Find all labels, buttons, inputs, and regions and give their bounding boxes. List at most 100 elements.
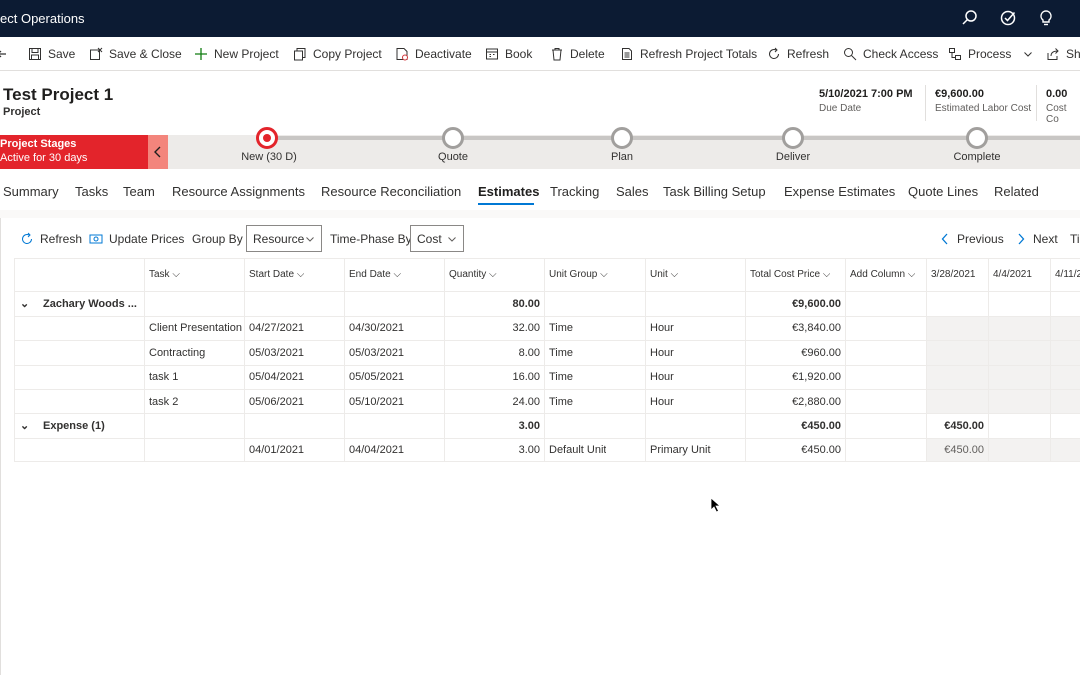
cell-task[interactable]: task 2 xyxy=(149,396,242,408)
stage-node-complete[interactable] xyxy=(966,127,988,149)
cell-total[interactable]: €450.00 xyxy=(745,444,841,456)
share-button[interactable]: Sh xyxy=(1046,37,1080,71)
cell-end-date[interactable]: 04/04/2021 xyxy=(349,444,404,456)
cell-total[interactable]: €3,840.00 xyxy=(745,322,841,334)
group-quantity: 3.00 xyxy=(518,420,540,432)
cell-end-date[interactable]: 05/10/2021 xyxy=(349,396,404,408)
cell-week-1[interactable]: €450.00 xyxy=(926,444,984,456)
cell-quantity[interactable]: 8.00 xyxy=(444,347,540,359)
estimated-labor-cost-field: €9,600.00 Estimated Labor Cost xyxy=(935,88,1031,114)
book-button[interactable]: Book xyxy=(485,37,532,71)
cell-unit[interactable]: Primary Unit xyxy=(650,444,711,456)
column-header-total-cost-price[interactable]: Total Cost Price ⌵ xyxy=(750,269,830,280)
deactivate-button[interactable]: Deactivate xyxy=(395,37,472,71)
record-title: Test Project 1 xyxy=(3,85,114,104)
save-button[interactable]: Save xyxy=(28,37,75,71)
column-header-label: Unit xyxy=(650,269,668,280)
cell-task[interactable]: task 1 xyxy=(149,371,242,383)
cell-start-date[interactable]: 05/06/2021 xyxy=(249,396,304,408)
group-by-select[interactable]: Resource xyxy=(246,225,322,252)
cell-quantity[interactable]: 3.00 xyxy=(444,444,540,456)
process-stage-badge[interactable]: Project Stages Active for 30 days xyxy=(0,135,148,169)
tab-resource-reconciliation[interactable]: Resource Reconciliation xyxy=(321,184,461,199)
tab-sales[interactable]: Sales xyxy=(616,184,649,199)
column-header-add-column[interactable]: Add Column ⌵ xyxy=(850,269,915,280)
search-icon xyxy=(844,48,857,61)
cell-start-date[interactable]: 05/03/2021 xyxy=(249,347,304,359)
back-icon[interactable] xyxy=(0,37,14,71)
stage-node-plan[interactable] xyxy=(611,127,633,149)
save-label: Save xyxy=(48,47,76,61)
grid-refresh-button[interactable]: Refresh xyxy=(20,232,82,246)
book-icon xyxy=(486,48,498,60)
cell-unit-group[interactable]: Time xyxy=(549,396,573,408)
cell-start-date[interactable]: 04/27/2021 xyxy=(249,322,304,334)
cell-unit[interactable]: Hour xyxy=(650,322,674,334)
cell-start-date[interactable]: 05/04/2021 xyxy=(249,371,304,383)
save-close-label: Save & Close xyxy=(109,47,182,61)
cell-task[interactable]: Contracting xyxy=(149,347,242,359)
cell-unit-group[interactable]: Time xyxy=(549,371,573,383)
chevron-down-icon: ⌵ xyxy=(296,269,305,280)
tab-task-billing-setup[interactable]: Task Billing Setup xyxy=(663,184,766,199)
column-header-task[interactable]: Task ⌵ xyxy=(149,269,180,280)
column-header-start-date[interactable]: Start Date ⌵ xyxy=(249,269,304,280)
cell-total[interactable]: €1,920.00 xyxy=(745,371,841,383)
chevron-down-icon: ⌵ xyxy=(489,269,497,280)
tab-expense-estimates[interactable]: Expense Estimates xyxy=(784,184,895,199)
trash-icon xyxy=(552,48,562,61)
cell-unit-group[interactable]: Time xyxy=(549,322,573,334)
process-icon xyxy=(949,48,961,60)
lightbulb-icon[interactable] xyxy=(1036,8,1056,28)
column-header-week-3: 4/11/2 xyxy=(1055,269,1080,280)
collapse-stages-button[interactable] xyxy=(148,135,168,169)
cell-end-date[interactable]: 04/30/2021 xyxy=(349,322,404,334)
tab-estimates[interactable]: Estimates xyxy=(478,184,539,199)
cell-start-date[interactable]: 04/01/2021 xyxy=(249,444,304,456)
cell-unit-group[interactable]: Time xyxy=(549,347,573,359)
group-expand-icon[interactable]: ⌄ xyxy=(20,419,29,432)
search-icon[interactable] xyxy=(960,8,980,28)
copy-project-button[interactable]: Copy Project xyxy=(293,37,382,71)
save-close-button[interactable]: Save & Close xyxy=(89,37,182,71)
time-phase-select[interactable]: Cost xyxy=(410,225,464,252)
cell-unit-group[interactable]: Default Unit xyxy=(549,444,606,456)
tab-related[interactable]: Related xyxy=(994,184,1039,199)
cell-end-date[interactable]: 05/05/2021 xyxy=(349,371,404,383)
stage-node-deliver[interactable] xyxy=(782,127,804,149)
tab-summary[interactable]: Summary xyxy=(3,184,59,199)
stage-node-new[interactable] xyxy=(256,127,278,149)
group-expand-icon[interactable]: ⌄ xyxy=(20,297,29,310)
cell-quantity[interactable]: 24.00 xyxy=(444,396,540,408)
cell-task[interactable]: Client Presentation xyxy=(149,322,242,334)
next-button[interactable]: Next xyxy=(1017,232,1058,246)
column-header-unit[interactable]: Unit ⌵ xyxy=(650,269,678,280)
update-prices-button[interactable]: Update Prices xyxy=(89,232,184,246)
cell-quantity[interactable]: 16.00 xyxy=(444,371,540,383)
tab-team[interactable]: Team xyxy=(123,184,155,199)
tab-resource-assignments[interactable]: Resource Assignments xyxy=(172,184,305,199)
cell-total[interactable]: €2,880.00 xyxy=(745,396,841,408)
column-header-unit-group[interactable]: Unit Group ⌵ xyxy=(549,269,608,280)
cell-total[interactable]: €960.00 xyxy=(745,347,841,359)
tab-tracking[interactable]: Tracking xyxy=(550,184,599,199)
cell-quantity[interactable]: 32.00 xyxy=(444,322,540,334)
refresh-project-totals-button[interactable]: Refresh Project Totals xyxy=(620,37,757,71)
stage-node-quote[interactable] xyxy=(442,127,464,149)
column-header-quantity[interactable]: Quantity ⌵ xyxy=(449,269,497,280)
cell-end-date[interactable]: 05/03/2021 xyxy=(349,347,404,359)
check-access-button[interactable]: Check Access xyxy=(843,37,938,71)
cell-unit[interactable]: Hour xyxy=(650,396,674,408)
tab-tasks[interactable]: Tasks xyxy=(75,184,108,199)
cell-unit[interactable]: Hour xyxy=(650,347,674,359)
cell-unit[interactable]: Hour xyxy=(650,371,674,383)
grid-line xyxy=(14,461,1080,462)
tab-quote-lines[interactable]: Quote Lines xyxy=(908,184,978,199)
column-header-end-date[interactable]: End Date ⌵ xyxy=(349,269,401,280)
delete-button[interactable]: Delete xyxy=(550,37,605,71)
new-project-button[interactable]: New Project xyxy=(194,37,279,71)
task-check-icon[interactable] xyxy=(998,8,1018,28)
process-button[interactable]: Process xyxy=(948,37,1039,71)
previous-button[interactable]: Previous xyxy=(941,232,1004,246)
refresh-button[interactable]: Refresh xyxy=(767,37,829,71)
